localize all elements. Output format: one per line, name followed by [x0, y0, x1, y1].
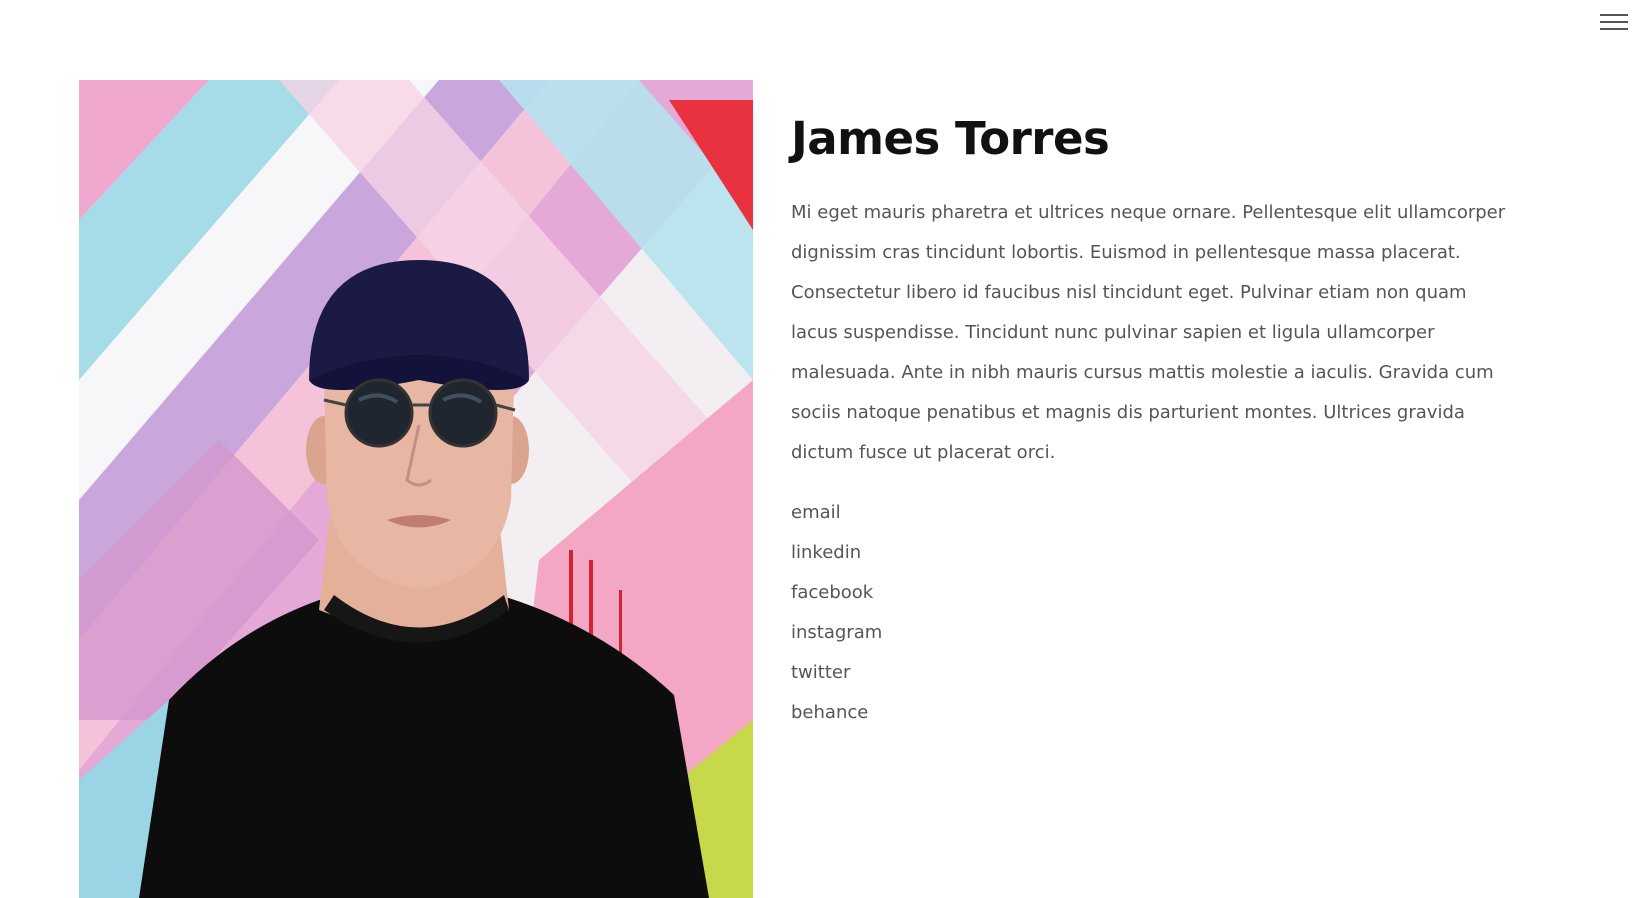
profile-photo — [79, 80, 753, 898]
list-item: facebook — [791, 573, 1511, 613]
profile-bio: Mi eget mauris pharetra et ultrices nequ… — [791, 202, 1506, 463]
linkedin-link[interactable]: linkedin — [791, 542, 861, 563]
hamburger-menu-icon[interactable] — [1600, 14, 1628, 34]
profile-content: James Torres Mi eget mauris pharetra et … — [791, 112, 1511, 733]
instagram-link[interactable]: instagram — [791, 622, 882, 643]
list-item: twitter — [791, 653, 1511, 693]
profile-name: James Torres — [791, 112, 1110, 165]
social-links-list: email linkedin facebook instagram twitte… — [791, 493, 1511, 733]
behance-link[interactable]: behance — [791, 702, 868, 723]
list-item: instagram — [791, 613, 1511, 653]
profile-page: James Torres Mi eget mauris pharetra et … — [0, 0, 1638, 898]
list-item: email — [791, 493, 1511, 533]
list-item: behance — [791, 693, 1511, 733]
facebook-link[interactable]: facebook — [791, 582, 873, 603]
email-link[interactable]: email — [791, 502, 841, 523]
list-item: linkedin — [791, 533, 1511, 573]
twitter-link[interactable]: twitter — [791, 662, 850, 683]
